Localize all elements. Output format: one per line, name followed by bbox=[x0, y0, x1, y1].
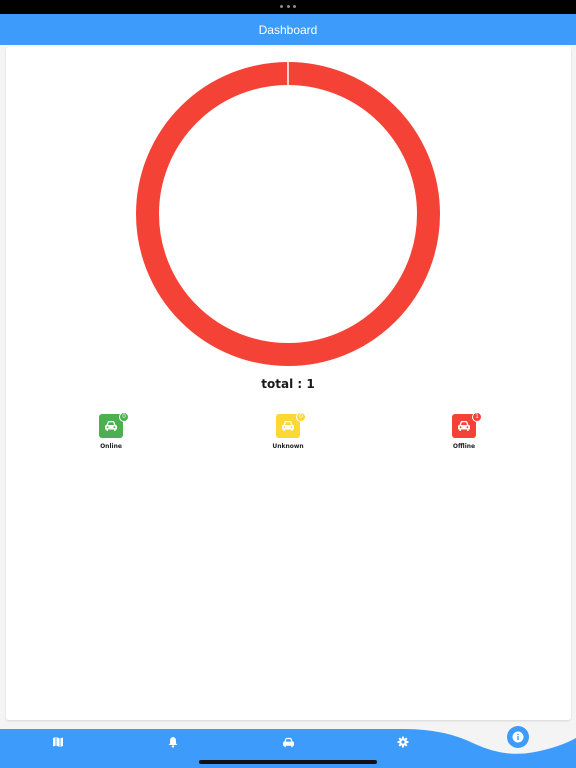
info-icon bbox=[512, 731, 524, 743]
total-count: total : 1 bbox=[261, 377, 315, 391]
nav-notifications[interactable] bbox=[166, 735, 180, 749]
bell-icon bbox=[168, 737, 178, 748]
donut-svg bbox=[136, 62, 440, 366]
nav-settings[interactable] bbox=[396, 735, 410, 749]
online-count-badge: 0 bbox=[119, 412, 129, 422]
car-icon bbox=[282, 737, 294, 747]
home-indicator bbox=[199, 760, 377, 764]
unknown-label: Unknown bbox=[272, 443, 304, 450]
status-donut-chart bbox=[136, 62, 440, 366]
info-fab-button[interactable] bbox=[507, 726, 529, 748]
page-title: Dashboard bbox=[258, 22, 318, 37]
donut-slice-offline bbox=[136, 62, 440, 366]
nav-vehicles[interactable] bbox=[281, 735, 295, 749]
unknown-count-badge: 0 bbox=[296, 412, 306, 422]
offline-count-badge: 1 bbox=[472, 412, 482, 422]
system-status-bar bbox=[0, 0, 576, 14]
online-label: Online bbox=[100, 443, 122, 450]
car-icon bbox=[282, 421, 294, 431]
car-icon bbox=[458, 421, 470, 431]
offline-label: Offline bbox=[452, 443, 476, 450]
gear-icon bbox=[397, 736, 409, 748]
multitasking-dots[interactable] bbox=[280, 5, 296, 9]
app-bar: Dashboard bbox=[0, 14, 576, 45]
map-icon bbox=[53, 737, 63, 747]
nav-map[interactable] bbox=[51, 735, 65, 749]
car-icon bbox=[105, 421, 117, 431]
